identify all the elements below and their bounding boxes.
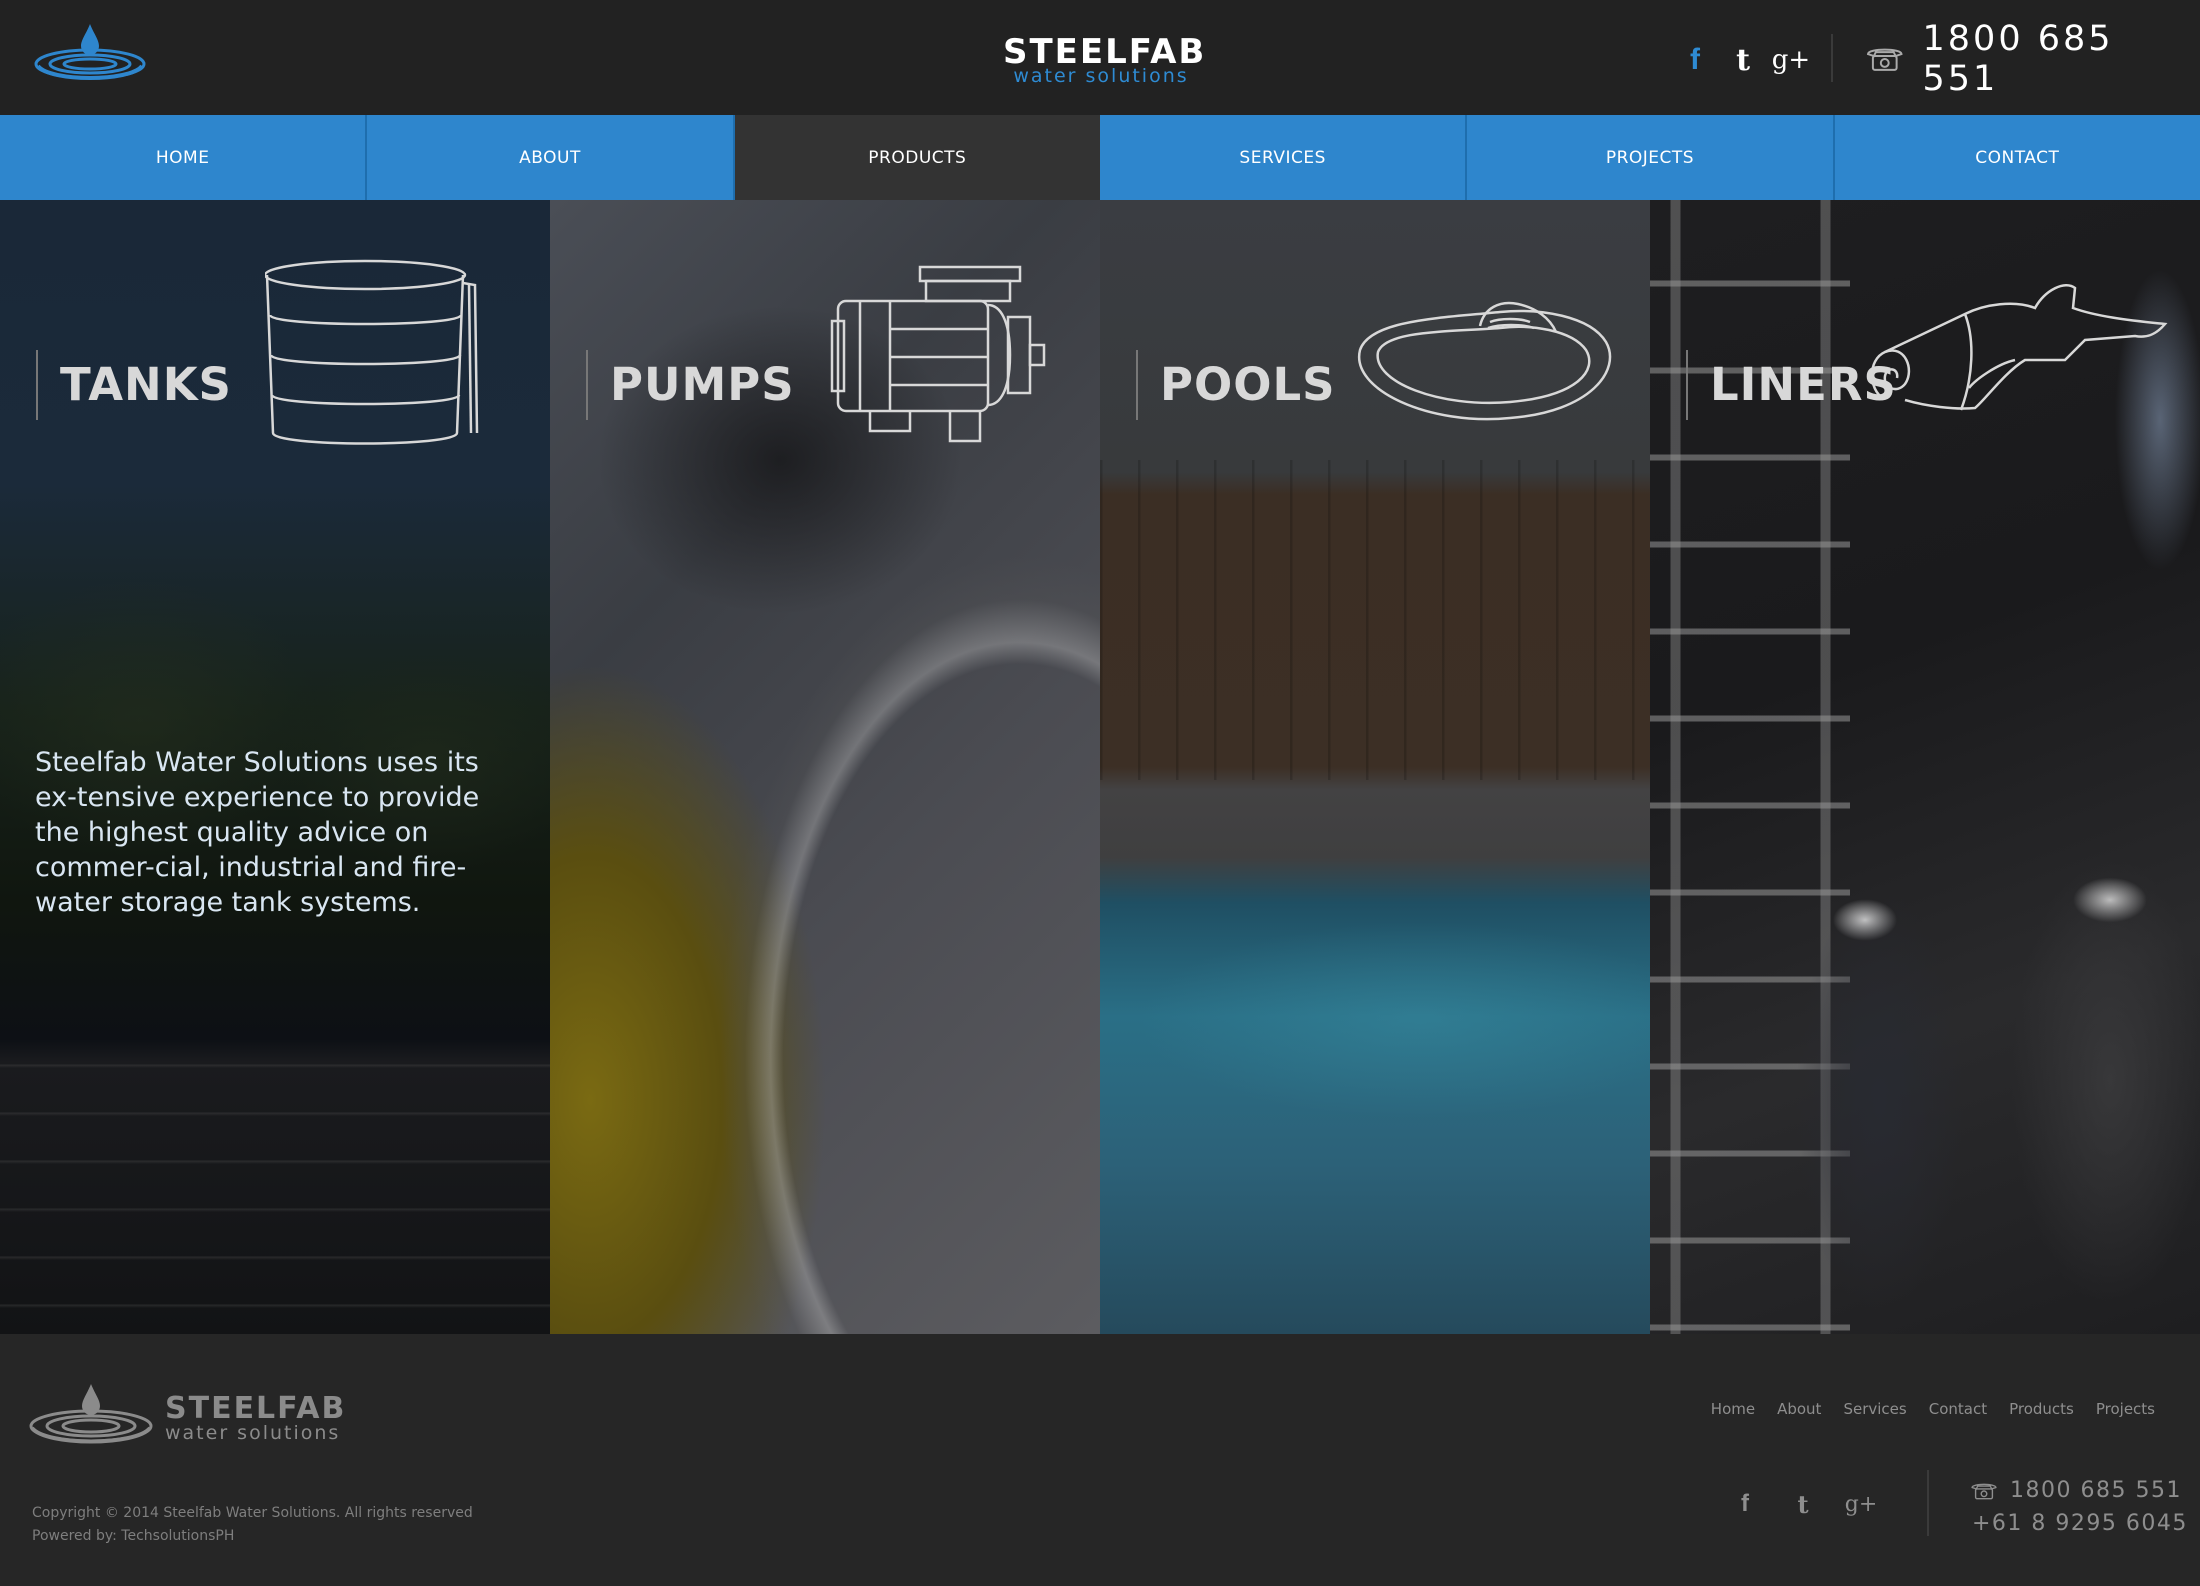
pumps-title: PUMPS: [610, 358, 795, 411]
tanks-description: Steelfab Water Solutions uses its ex-ten…: [35, 747, 480, 918]
site-footer: STEELFAB water solutions Home About Serv…: [0, 1334, 2200, 1586]
google-plus-icon[interactable]: g+: [1772, 40, 1810, 80]
footer-link-projects[interactable]: Projects: [2096, 1400, 2155, 1418]
footer-link-about[interactable]: About: [1777, 1400, 1821, 1418]
nav-contact[interactable]: CONTACT: [1835, 115, 2200, 200]
main-nav: HOME ABOUT PRODUCTS SERVICES PROJECTS CO…: [0, 115, 2200, 200]
brand-logo[interactable]: STEELFAB water solutions: [1003, 34, 1204, 87]
footer-phone-row[interactable]: 1800 685 551: [1970, 1474, 2188, 1507]
nav-home[interactable]: HOME: [0, 115, 368, 200]
tanks-title-divider: [36, 350, 38, 420]
footer-twitter-icon[interactable]: t: [1788, 1484, 1818, 1524]
pumps-title-divider: [586, 350, 588, 420]
header-phone[interactable]: 1800 685 551: [1865, 19, 2200, 99]
footer-social-links: f t g+: [1730, 1484, 1878, 1524]
footer-brand[interactable]: STEELFAB water solutions: [165, 1391, 347, 1444]
footer-copyright: Copyright © 2014 Steelfab Water Solution…: [32, 1502, 473, 1548]
nav-products[interactable]: PRODUCTS: [734, 115, 1100, 200]
footer-divider: [1927, 1470, 1929, 1536]
footer-link-home[interactable]: Home: [1711, 1400, 1755, 1418]
telephone-icon: [1866, 48, 1903, 71]
water-drop-logo-icon[interactable]: [30, 20, 150, 86]
footer-link-products[interactable]: Products: [2009, 1400, 2074, 1418]
footer-link-contact[interactable]: Contact: [1929, 1400, 1987, 1418]
footer-telephone-icon: [1971, 1483, 1997, 1499]
nav-services[interactable]: SERVICES: [1100, 115, 1468, 200]
footer-water-drop-logo-icon[interactable]: [26, 1382, 156, 1450]
footer-brand-tagline: water solutions: [165, 1422, 341, 1444]
panel-liners[interactable]: LINERS: [1650, 200, 2200, 1334]
pools-title: POOLS: [1160, 358, 1336, 411]
footer-brand-name: STEELFAB: [165, 1391, 347, 1426]
footer-phone-1: 1800 685 551: [2010, 1478, 2182, 1503]
header-phone-number: 1800 685 551: [1922, 19, 2114, 99]
nav-about[interactable]: ABOUT: [367, 115, 735, 200]
footer-nav: Home About Services Contact Products Pro…: [1711, 1400, 2155, 1418]
panel-pools[interactable]: POOLS: [1100, 200, 1650, 1334]
pump-icon: [830, 265, 1046, 443]
nav-projects[interactable]: PROJECTS: [1467, 115, 1835, 200]
pool-icon: [1357, 301, 1612, 421]
footer-facebook-icon[interactable]: f: [1730, 1484, 1760, 1524]
header-social-links: f t g+: [1680, 40, 1810, 80]
footer-phone-row-2[interactable]: +61 8 9295 6045: [1970, 1507, 2188, 1540]
brand-tagline: water solutions: [1013, 65, 1189, 87]
footer-phone-2: +61 8 9295 6045: [1972, 1511, 2188, 1536]
pools-title-divider: [1136, 350, 1138, 420]
footer-link-services[interactable]: Services: [1843, 1400, 1906, 1418]
twitter-icon[interactable]: t: [1728, 40, 1758, 80]
liners-title-divider: [1686, 350, 1688, 420]
header-divider: [1831, 34, 1833, 82]
powered-by-text[interactable]: Powered by: TechsolutionsPH: [32, 1525, 473, 1548]
panel-pumps[interactable]: PUMPS: [550, 200, 1100, 1334]
liner-roll-icon: [1870, 283, 2168, 411]
tank-icon: [265, 259, 479, 445]
panel-tanks[interactable]: TANKS Steelfab Water Solutions uses its …: [0, 200, 550, 1334]
product-panels: TANKS Steelfab Water Solutions uses its …: [0, 200, 2200, 1334]
tanks-title: TANKS: [60, 358, 232, 411]
footer-phones: 1800 685 551 +61 8 9295 6045: [1970, 1474, 2188, 1540]
facebook-icon[interactable]: f: [1680, 40, 1710, 80]
site-header: STEELFAB water solutions f t g+ 1800 685…: [0, 0, 2200, 115]
copyright-text: Copyright © 2014 Steelfab Water Solution…: [32, 1505, 473, 1521]
tank-ribs: [0, 1020, 550, 1334]
footer-google-plus-icon[interactable]: g+: [1845, 1484, 1878, 1524]
